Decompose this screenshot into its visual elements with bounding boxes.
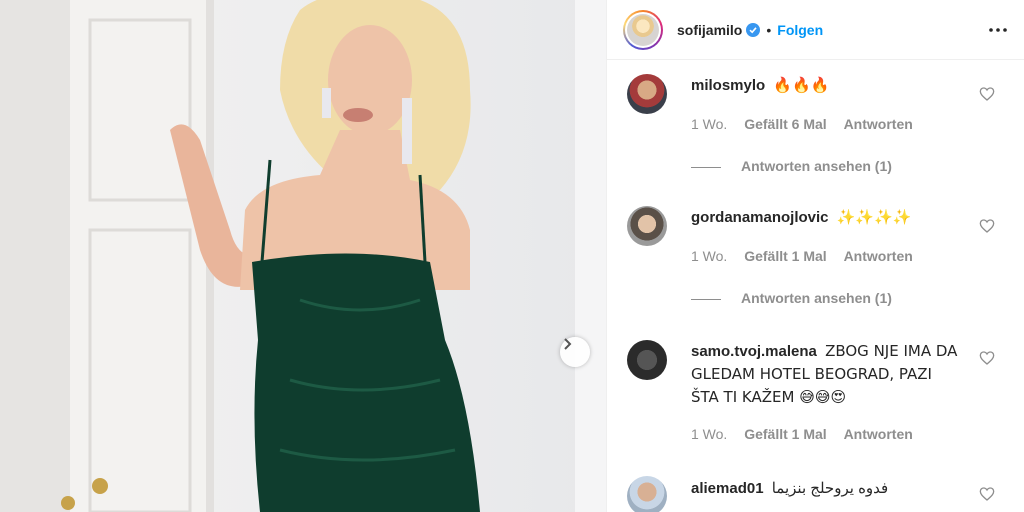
comment-item: aliemad01 فدوه يروحلج بنزيما bbox=[623, 476, 1013, 512]
comment-age[interactable]: 1 Wo. bbox=[691, 426, 727, 442]
replies-divider bbox=[691, 166, 721, 168]
post-photo[interactable] bbox=[0, 0, 606, 512]
photo-illustration bbox=[0, 0, 606, 512]
comment-likes[interactable]: Gefällt 1 Mal bbox=[744, 426, 826, 442]
comment-meta: 1 Wo. Gefällt 6 Mal Antworten bbox=[691, 116, 926, 132]
comment-text: ✨✨✨✨ bbox=[836, 208, 912, 226]
author-avatar[interactable] bbox=[623, 9, 663, 50]
next-image-button[interactable] bbox=[560, 337, 590, 367]
heart-outline-icon[interactable] bbox=[979, 486, 995, 502]
view-replies-label: Antworten ansehen (1) bbox=[741, 158, 892, 174]
separator-dot: • bbox=[766, 21, 772, 38]
comment-age[interactable]: 1 Wo. bbox=[691, 116, 727, 132]
comment-username[interactable]: aliemad01 bbox=[691, 480, 764, 497]
reply-button[interactable]: Antworten bbox=[844, 426, 913, 442]
heart-outline-icon[interactable] bbox=[979, 218, 995, 234]
comment-likes[interactable]: Gefällt 6 Mal bbox=[744, 116, 826, 132]
commenter-avatar[interactable] bbox=[627, 206, 667, 246]
view-replies-label: Antworten ansehen (1) bbox=[741, 290, 892, 306]
comment-text: فدوه يروحلج بنزيما bbox=[771, 480, 889, 497]
comment-username[interactable]: samo.tvoj.malena bbox=[691, 343, 817, 360]
heart-outline-icon[interactable] bbox=[979, 350, 995, 366]
comment-username[interactable]: gordanamanojlovic bbox=[691, 209, 829, 226]
comment-text: 🔥🔥🔥 bbox=[773, 76, 830, 94]
commenter-avatar[interactable] bbox=[627, 476, 667, 512]
commenter-avatar[interactable] bbox=[627, 340, 667, 380]
follow-button[interactable]: Folgen bbox=[777, 22, 823, 38]
comment-item: gordanamanojlovic ✨✨✨✨ 1 Wo. Gefällt 1 M… bbox=[623, 206, 1013, 316]
post-side-panel: sofijamilo • Folgen milosmylo 🔥🔥🔥 1 Wo. … bbox=[606, 0, 1024, 512]
more-options-icon[interactable] bbox=[986, 18, 1010, 42]
view-replies-button[interactable]: Antworten ansehen (1) bbox=[691, 158, 892, 174]
view-replies-button[interactable]: Antworten ansehen (1) bbox=[691, 290, 892, 306]
reply-button[interactable]: Antworten bbox=[844, 248, 913, 264]
chevron-right-icon bbox=[564, 338, 572, 350]
comment-meta: 1 Wo. Gefällt 1 Mal Antworten bbox=[691, 426, 926, 442]
commenter-avatar[interactable] bbox=[627, 74, 667, 114]
replies-divider bbox=[691, 298, 721, 300]
comment-likes[interactable]: Gefällt 1 Mal bbox=[744, 248, 826, 264]
verified-badge-icon bbox=[746, 22, 761, 37]
reply-button[interactable]: Antworten bbox=[844, 116, 913, 132]
comment-username[interactable]: milosmylo bbox=[691, 77, 765, 94]
comment-item: milosmylo 🔥🔥🔥 1 Wo. Gefällt 6 Mal Antwor… bbox=[623, 74, 1013, 184]
comment-meta: 1 Wo. Gefällt 1 Mal Antworten bbox=[691, 248, 926, 264]
heart-outline-icon[interactable] bbox=[979, 86, 995, 102]
comment-age[interactable]: 1 Wo. bbox=[691, 248, 727, 264]
comment-item: samo.tvoj.malena ZBOG NJE IMA DA GLEDAM … bbox=[623, 340, 1013, 450]
author-username[interactable]: sofijamilo bbox=[677, 22, 742, 38]
post-header: sofijamilo • Folgen bbox=[607, 0, 1024, 60]
